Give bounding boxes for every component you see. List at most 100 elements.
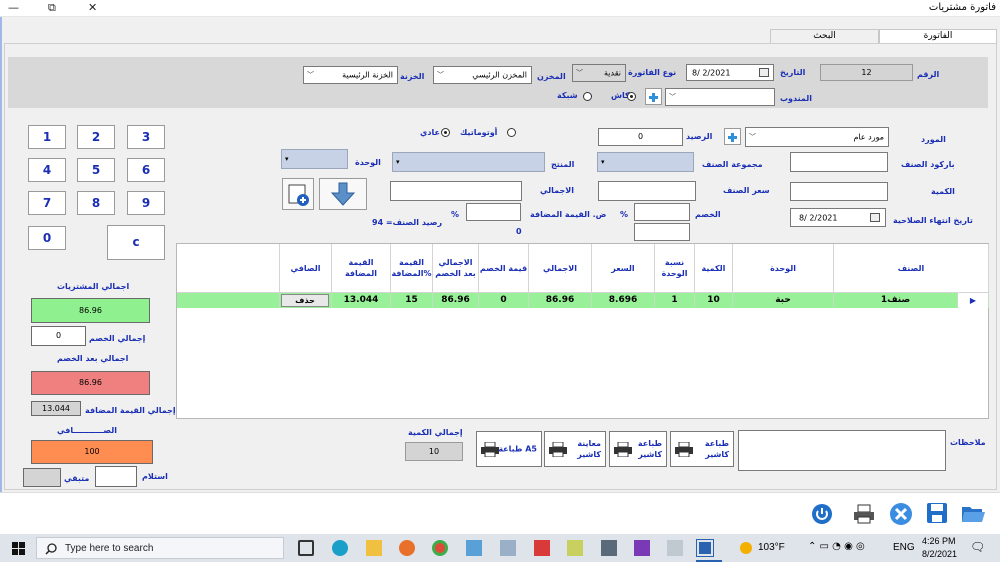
language-indicator[interactable]: ENG [893,542,915,553]
cell-after-discount[interactable]: 86.96 [433,293,479,308]
maximize-button[interactable]: ⧉ [48,1,56,15]
tab-search[interactable]: البحث [770,29,879,43]
supplier-label: المورد [921,135,946,144]
app-icon-1[interactable] [466,540,482,556]
cell-vat-pct[interactable]: 15 [391,293,433,308]
manual-radio-label: عادي [420,128,440,137]
anydesk-icon[interactable] [534,540,550,556]
cell-qty[interactable]: 10 [695,293,733,308]
qty-input[interactable] [790,182,888,201]
file-explorer-icon[interactable] [366,540,382,556]
auto-radio[interactable] [507,128,516,137]
add-delegate-button[interactable] [645,88,662,105]
store-select[interactable]: ﹀ المخزن الرئيسي [433,66,532,84]
manual-radio[interactable] [441,128,450,137]
calendar-icon[interactable] [870,213,880,222]
key-8[interactable]: 8 [77,191,115,215]
cell-item[interactable]: صنف1 [834,293,958,308]
windows-start-icon[interactable] [12,542,25,555]
vat-label: ض. القيمة المضافة [530,210,607,219]
key-4[interactable]: 4 [28,158,66,182]
cell-total[interactable]: 86.96 [529,293,592,308]
notification-icon[interactable]: 🗨 [970,540,985,554]
cell-discount[interactable]: 0 [479,293,529,308]
cell-price[interactable]: 8.696 [592,293,655,308]
key-7[interactable]: 7 [28,191,66,215]
cell-vat-value[interactable]: 13.044 [332,293,391,308]
edge-browser-icon[interactable] [332,540,348,556]
close-button[interactable]: ✕ [88,1,97,14]
weather-icon[interactable] [740,542,752,554]
key-5[interactable]: 5 [77,158,115,182]
key-1[interactable]: 1 [28,125,66,149]
product-select[interactable]: ▾ [392,152,545,172]
remaining-label: متبقي [64,474,90,483]
total-discount-field[interactable]: 0 [31,326,86,346]
visual-studio-icon[interactable] [634,540,650,556]
network-radio[interactable] [583,92,592,101]
running-app-icon[interactable] [696,539,714,557]
discount-pct-input[interactable] [634,203,690,221]
add-supplier-button[interactable] [724,128,741,145]
col-header-price: السعر [592,244,655,293]
notes-textarea[interactable] [738,430,946,471]
invoice-type-select[interactable]: ﹀ نقدية [572,64,626,82]
cancel-icon[interactable] [889,502,913,526]
key-6[interactable]: 6 [127,158,165,182]
system-tray-icons[interactable]: ⌃ ▭ ◔ ◉ ◎ [808,541,865,552]
app-icon-4[interactable] [667,540,683,556]
key-3[interactable]: 3 [127,125,165,149]
minimize-button[interactable]: — [8,1,19,14]
open-folder-icon[interactable] [960,502,986,524]
clock-date[interactable]: 8/2/2021 [922,549,957,559]
app-icon-2[interactable] [500,540,516,556]
balance-field[interactable]: 0 [598,128,683,146]
insert-down-button[interactable] [319,178,367,210]
received-input[interactable] [95,466,137,487]
print-a5-label: طباعة A5 [498,444,537,454]
supplier-select[interactable]: ﹀ مورد عام [745,127,889,147]
print-a5-button[interactable]: طباعة A5 [476,431,542,467]
chevron-down-icon: ﹀ [669,93,676,101]
key-clear[interactable]: c [107,225,165,260]
firefox-icon[interactable] [399,540,415,556]
unit-select[interactable]: ▾ [281,149,348,169]
app-icon-3[interactable] [567,540,583,556]
invoice-date-picker[interactable]: 8/ 2/2021 [686,64,774,81]
task-view-icon[interactable] [298,540,314,556]
cell-unit[interactable]: حبة [733,293,834,308]
chrome-icon[interactable] [432,540,448,556]
discount-value-input[interactable] [634,223,690,241]
printer-icon[interactable] [852,503,876,525]
key-2[interactable]: 2 [77,125,115,149]
expiry-date-picker[interactable]: 8/ 2/2021 [790,208,886,227]
add-item-button[interactable] [282,178,314,210]
invoice-number-field[interactable]: 12 [820,64,913,81]
group-select[interactable]: ▾ [597,152,694,172]
preview-cashier-button[interactable]: معاينة كاشير [544,431,606,467]
calendar-icon[interactable] [759,68,769,77]
print-cashier-button-2[interactable]: طباعة كاشير [670,431,734,467]
vat-pct-input[interactable] [466,203,521,221]
save-icon[interactable] [925,501,949,525]
cell-unit-ratio[interactable]: 1 [655,293,695,308]
tab-invoice[interactable]: الفاتورة [879,29,997,43]
number-label: الرقم [917,70,940,79]
taskbar-search-box[interactable]: Type here to search [36,537,284,559]
total-input[interactable] [390,181,522,201]
treasury-select[interactable]: ﹀ الخزنة الرئيسية [303,66,398,84]
cash-radio[interactable] [627,92,636,101]
delete-row-button[interactable]: حذف [281,294,329,307]
price-input[interactable] [598,181,696,201]
net-label: الصـــــــــــافي [57,426,118,435]
product-label: المنتج [551,160,575,169]
calculator-icon[interactable] [601,540,617,556]
key-9[interactable]: 9 [127,191,165,215]
print-cashier-button-1[interactable]: طباعة كاشير [609,431,667,467]
key-0[interactable]: 0 [28,226,66,250]
delegate-select[interactable]: ﹀ [665,88,775,106]
power-icon[interactable] [811,503,833,525]
clock-time[interactable]: 4:26 PM [922,536,956,546]
row-selector-icon[interactable]: ▶ [958,293,989,308]
barcode-input[interactable] [790,152,888,172]
